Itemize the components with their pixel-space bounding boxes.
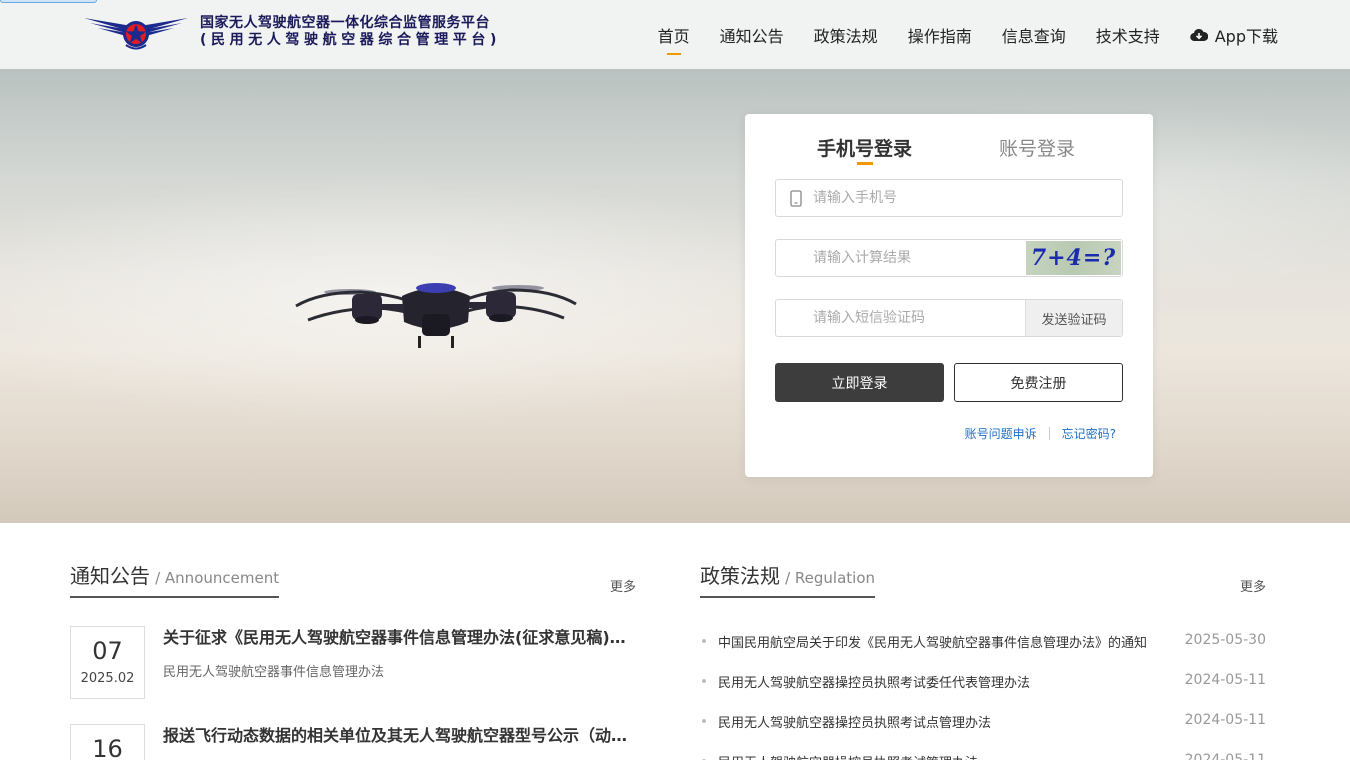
nav-regulations[interactable]: 政策法规 (814, 23, 878, 47)
nav-home[interactable]: 首页 (658, 23, 690, 55)
caac-emblem-icon (84, 18, 188, 50)
regulation-title-text[interactable]: 民用无人驾驶航空器操控员执照考试委任代表管理办法 (718, 672, 1158, 691)
captcha-image[interactable]: 7+4=? (1026, 241, 1121, 275)
notice-date: 16 (70, 724, 145, 760)
notice-subtitle: 民用无人驾驶航空器事件信息管理办法 (163, 665, 385, 680)
phone-field (775, 179, 1123, 217)
logo-subtitle: (民用无人驾驶航空器综合管理平台) (200, 32, 501, 48)
regulation-title-text[interactable]: 民用无人驾驶航空器操控员执照考试管理办法 (718, 752, 1158, 760)
list-item[interactable]: 中国民用航空局关于印发《民用无人驾驶航空器事件信息管理办法》的通知 2025-0… (700, 632, 1266, 672)
list-item[interactable]: 民用无人驾驶航空器操控员执照考试点管理办法 2024-05-11 (700, 712, 1266, 752)
announcement-header: 通知公告 / Announcement 更多 (70, 560, 636, 602)
regulation-date: 2024-05-11 (1184, 672, 1266, 688)
sms-field: 发送验证码 (775, 299, 1123, 337)
login-links: 账号问题申诉 忘记密码? (965, 425, 1116, 442)
nav-app-download[interactable]: App下载 (1189, 23, 1278, 47)
regulation-header: 政策法规 / Regulation 更多 (700, 560, 1266, 602)
regulation-date: 2024-05-11 (1184, 752, 1266, 760)
link-divider (1048, 427, 1050, 440)
regulation-title-cn: 政策法规 (700, 564, 780, 588)
main-nav: 首页 通知公告 政策法规 操作指南 信息查询 技术支持 App下载 (628, 0, 1278, 69)
login-button[interactable]: 立即登录 (775, 363, 944, 402)
bullet-icon (702, 719, 706, 723)
phone-input[interactable] (813, 180, 1023, 216)
drone-image (295, 283, 577, 348)
bullet-icon (702, 679, 706, 683)
regulation-more-link[interactable]: 更多 (1240, 576, 1266, 595)
announcement-more-link[interactable]: 更多 (610, 576, 636, 595)
nav-announcements[interactable]: 通知公告 (720, 23, 784, 47)
login-tabs: 手机号登录 账号登录 (745, 134, 1153, 165)
forgot-password-link[interactable]: 忘记密码? (1062, 425, 1116, 442)
list-item[interactable]: 民用无人驾驶航空器操控员执照考试委任代表管理办法 2024-05-11 (700, 672, 1266, 712)
sms-code-input[interactable] (813, 300, 1023, 336)
regulation-title-text[interactable]: 民用无人驾驶航空器操控员执照考试点管理办法 (718, 712, 1158, 731)
regulation-title-en: / Regulation (785, 569, 876, 587)
header: 国家无人驾驶航空器一体化综合监管服务平台 (民用无人驾驶航空器综合管理平台) 首… (0, 0, 1350, 69)
app-download-label: App下载 (1214, 26, 1278, 46)
captcha-text: 7+4=? (1030, 245, 1117, 271)
register-button[interactable]: 免费注册 (954, 363, 1123, 402)
nav-info-query[interactable]: 信息查询 (1002, 23, 1066, 47)
tab-phone-login[interactable]: 手机号登录 (817, 134, 912, 165)
mobile-phone-icon (790, 190, 802, 207)
announcement-title: 通知公告 / Announcement (70, 560, 280, 598)
calc-field: 7+4=? (775, 239, 1123, 277)
bullet-icon (702, 639, 706, 643)
send-code-button[interactable]: 发送验证码 (1025, 300, 1122, 336)
notice-item[interactable]: 16 报送飞行动态数据的相关单位及其无人驾驶航空器型号公示（动态更新） (70, 722, 639, 760)
nav-tech-support[interactable]: 技术支持 (1096, 23, 1160, 47)
notice-item[interactable]: 07 2025.02 关于征求《民用无人驾驶航空器事件信息管理办法(征求意见稿)… (70, 624, 639, 699)
page: 国家无人驾驶航空器一体化综合监管服务平台 (民用无人驾驶航空器综合管理平台) 首… (0, 0, 1350, 760)
announcement-title-en: / Announcement (155, 569, 280, 587)
regulation-title-text[interactable]: 中国民用航空局关于印发《民用无人驾驶航空器事件信息管理办法》的通知 (718, 632, 1158, 651)
notice-day: 16 (92, 735, 123, 760)
login-panel: 手机号登录 账号登录 7+4=? 发送验证码 立即登录 免费注册 账号问题申诉 … (745, 114, 1153, 477)
notice-day: 07 (92, 637, 123, 665)
regulation-list: 中国民用航空局关于印发《民用无人驾驶航空器事件信息管理办法》的通知 2025-0… (700, 632, 1266, 760)
regulation-title: 政策法规 / Regulation (700, 560, 876, 598)
nav-guide[interactable]: 操作指南 (908, 23, 972, 47)
regulation-date: 2025-05-30 (1184, 632, 1266, 648)
regulation-section: 政策法规 / Regulation 更多 中国民用航空局关于印发《民用无人驾驶航… (700, 560, 1266, 760)
account-appeal-link[interactable]: 账号问题申诉 (965, 425, 1037, 442)
notice-date: 07 2025.02 (70, 626, 145, 699)
list-item[interactable]: 民用无人驾驶航空器操控员执照考试管理办法 2024-05-11 (700, 752, 1266, 760)
logo-title: 国家无人驾驶航空器一体化综合监管服务平台 (200, 15, 490, 31)
announcement-title-cn: 通知公告 (70, 564, 150, 588)
notice-title[interactable]: 关于征求《民用无人驾驶航空器事件信息管理办法(征求意见稿)》的通知 (163, 624, 639, 648)
cloud-download-icon (1189, 28, 1208, 41)
top-left-tab-edge (0, 0, 97, 3)
calc-result-input[interactable] (813, 240, 1023, 276)
announcement-section: 通知公告 / Announcement 更多 07 2025.02 关于征求《民… (70, 560, 639, 760)
tab-account-login[interactable]: 账号登录 (999, 134, 1075, 161)
regulation-date: 2024-05-11 (1184, 712, 1266, 728)
notice-title[interactable]: 报送飞行动态数据的相关单位及其无人驾驶航空器型号公示（动态更新） (163, 722, 639, 746)
notice-year-month: 2025.02 (80, 671, 135, 686)
logo[interactable]: 国家无人驾驶航空器一体化综合监管服务平台 (民用无人驾驶航空器综合管理平台) (82, 10, 501, 54)
